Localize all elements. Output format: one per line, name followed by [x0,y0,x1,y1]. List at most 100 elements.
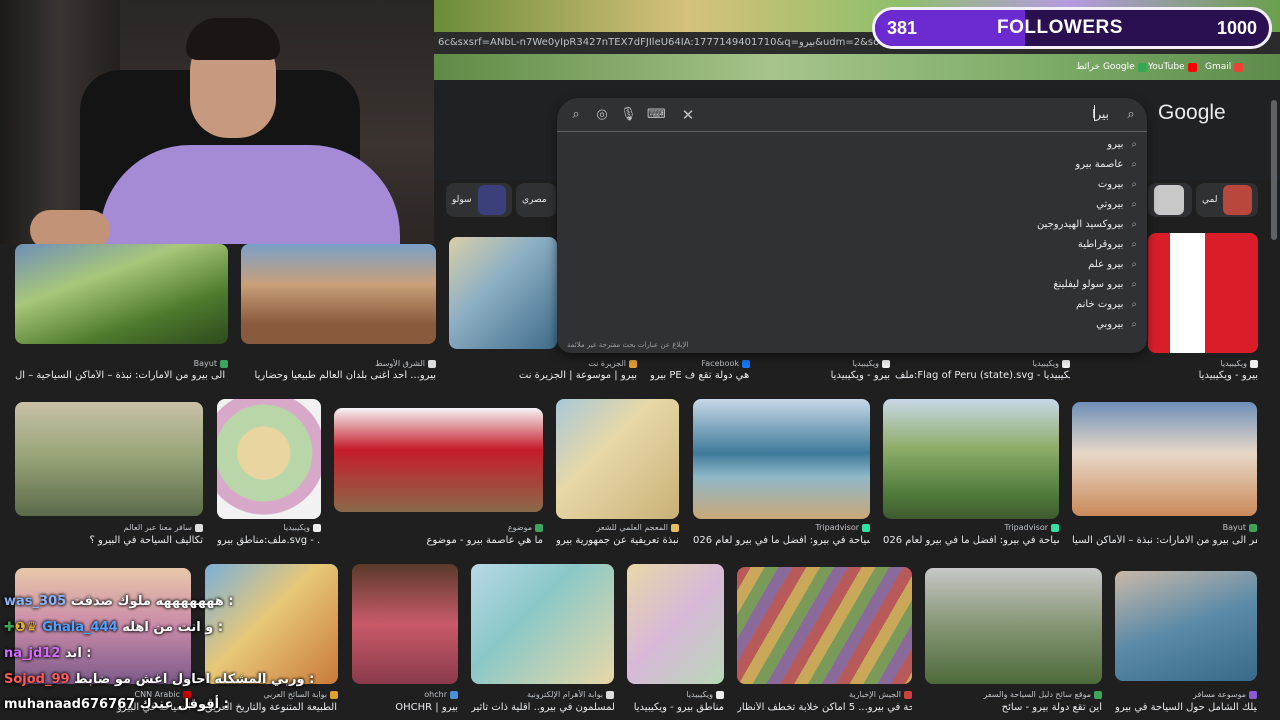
result-image-21[interactable] [925,568,1102,684]
result-image-3[interactable] [449,237,557,349]
result-image-8[interactable] [15,402,203,516]
followers-goal: 1000 [1216,17,1257,38]
chat-message: was_305 هههههههه ملوك صدقت : [4,594,234,609]
favicon [313,523,321,532]
suggestion-item[interactable]: بيروبي ⌕ [837,314,1137,334]
suggestion-item[interactable]: بيروت خانم ⌕ [837,294,1137,314]
result-caption[interactable]: OHCHR | بيرو [352,702,458,713]
lens-icon[interactable]: ◎ [594,107,610,123]
result-image-13[interactable] [883,399,1059,519]
result-source: Bayut [15,359,228,368]
result-caption[interactable]: نبذة تعريفية عن جمهورية بيرو - [556,535,679,546]
chip-lami[interactable]: لمي [1196,183,1258,217]
result-image-10[interactable] [334,408,543,512]
page-scrollbar[interactable] [1271,100,1277,240]
webcam-overlay [0,0,434,244]
bookmark-gmail[interactable]: Gmail [1205,60,1244,74]
favicon [330,690,338,699]
search-input[interactable]: ⌕ ◎ 🎙 ⌨ ✕ بيرا ⌕ [557,98,1147,132]
report-suggestions-link[interactable]: الإبلاغ عن عبارات بحث مقترحة غير ملائمة [567,341,688,349]
followers-goal-widget: 381 FOLLOWERS 1000 [872,7,1272,49]
result-caption[interactable]: بيرو - ويكيبيديا [770,370,890,381]
search-autocomplete-panel: ⌕ ◎ 🎙 ⌨ ✕ بيرا ⌕ بيرو ⌕ عاصمة بيرو ⌕ بيروت… [557,98,1147,353]
result-source: المعجم العلمي للشعر [556,523,679,532]
result-caption[interactable]: أين تقع دولة بيرو - سائح [925,702,1102,713]
source-label: ويكيبيديا [1220,359,1247,368]
search-icon[interactable]: ⌕ [568,107,584,123]
source-label: ويكيبيديا [1032,359,1059,368]
chat-message: na_jd12 ابد : [4,646,92,661]
result-caption[interactable]: ما هي عاصمة بيرو - موضوع [334,535,543,546]
chip-image[interactable] [1148,183,1192,217]
result-caption[interactable]: السياحة في بيرو... 5 أماكن خلابة تخطف ال… [737,702,912,713]
search-icon: ⌕ [1131,218,1137,230]
result-image-7[interactable] [1148,233,1258,353]
result-caption[interactable]: دليلك الشامل حول السياحة في بيرو [1115,702,1257,713]
favicon [1249,690,1257,699]
chip-egyptian[interactable]: مصري [516,183,556,217]
microphone-icon[interactable]: 🎙 [620,107,637,123]
favicon [428,359,436,368]
result-image-9[interactable] [217,399,321,519]
chat-username: Sojod_99 [4,672,70,687]
result-caption[interactable]: بيرو PE هي دولة تقع ف... [650,370,750,381]
result-image-2[interactable] [241,244,436,344]
suggestion-item[interactable]: عاصمة بيرو ⌕ [837,154,1137,174]
followers-label: FOLLOWERS [997,17,1123,38]
result-image-17[interactable] [352,564,458,684]
bookmark-maps[interactable]: خرائط Google [1076,60,1147,74]
result-caption[interactable]: السفر الى بيرو من الامارات: نبذة – الأما… [15,370,228,381]
search-icon: ⌕ [1131,178,1137,190]
result-image-14[interactable] [1072,402,1257,516]
result-image-20[interactable] [737,567,912,684]
result-image-22[interactable] [1115,571,1257,681]
suggestion-label: بيرو [1107,138,1124,150]
suggestion-item[interactable]: بيرو علم ⌕ [837,254,1137,274]
result-caption[interactable]: بيرو - ويكيبيديا [1148,370,1258,381]
result-image-12[interactable] [693,399,870,519]
badge-icon: ✚ [4,620,15,635]
result-caption[interactable]: السياحة في بيرو: أفضل ما في بيرو لعام 02… [693,535,870,546]
suggestion-item[interactable]: بيروت ⌕ [837,174,1137,194]
suggestion-item[interactable]: بيروقراطية ⌕ [837,234,1137,254]
source-label: ohchr [424,690,447,699]
favicon [450,690,458,699]
result-caption[interactable]: السياحة في بيرو: أفضل ما في بيرو لعام 02… [883,535,1059,546]
bookmark-youtube[interactable]: YouTube [1148,60,1197,74]
clear-icon[interactable]: ✕ [680,107,696,123]
result-image-1[interactable] [15,244,228,344]
search-icon: ⌕ [1131,258,1137,270]
result-image-19[interactable] [627,564,724,684]
result-image-11[interactable] [556,399,679,519]
source-label: سافر معنا عبر العالم [123,523,192,532]
result-source: موقع سائح دليل السياحة والسفر [925,690,1102,699]
suggestion-item[interactable]: بيروتي ⌕ [837,194,1137,214]
search-query[interactable]: بيرا [1092,107,1109,121]
suggestion-item[interactable]: بيرو سولو ليفلينغ ⌕ [837,274,1137,294]
chat-username: was_305 [4,594,67,609]
result-image-16[interactable] [205,564,338,684]
suggestion-item[interactable]: بيروكسيد الهيدروجين ⌕ [837,214,1137,234]
result-source: ويكيبيديا [217,523,321,532]
favicon [220,359,228,368]
search-icon: ⌕ [1131,298,1137,310]
result-caption[interactable]: ملف:مناطق بيرو.svg - ... [217,535,321,546]
chat-text: وربي المشكله احاول اغش مو ضابط : [74,672,315,687]
result-caption[interactable]: بيرو... أحد أغنى بلدان العالم طبيعياً وح… [241,370,436,381]
result-caption[interactable]: بيرو | موسوعة | الجزيرة نت [449,370,637,381]
gmail-icon [1234,62,1244,72]
youtube-icon [1187,62,1197,72]
google-logo[interactable]: Google [1158,101,1226,125]
result-caption[interactable]: مناطق بيرو - ويكيبيديا [627,702,724,713]
result-caption[interactable]: المسلمون في بيرو.. أقلية ذات تأثير... [471,702,614,713]
suggestion-item[interactable]: بيرو ⌕ [837,134,1137,154]
result-caption[interactable]: السفر الى بيرو من الامارات: نبذة – الأما… [1072,535,1257,546]
keyboard-icon[interactable]: ⌨ [647,107,666,123]
chat-text: أقوقل عندك : [139,697,229,712]
search-icon: ⌕ [1131,238,1137,250]
result-caption[interactable]: ملف:Flag of Peru (state).svg - ويكيبيديا… [895,370,1070,381]
favicon [606,690,614,699]
chip-solo[interactable]: سولو [446,183,512,217]
result-image-18[interactable] [471,564,614,684]
result-caption[interactable]: تكاليف السياحة في البيرو ؟ [15,535,203,546]
